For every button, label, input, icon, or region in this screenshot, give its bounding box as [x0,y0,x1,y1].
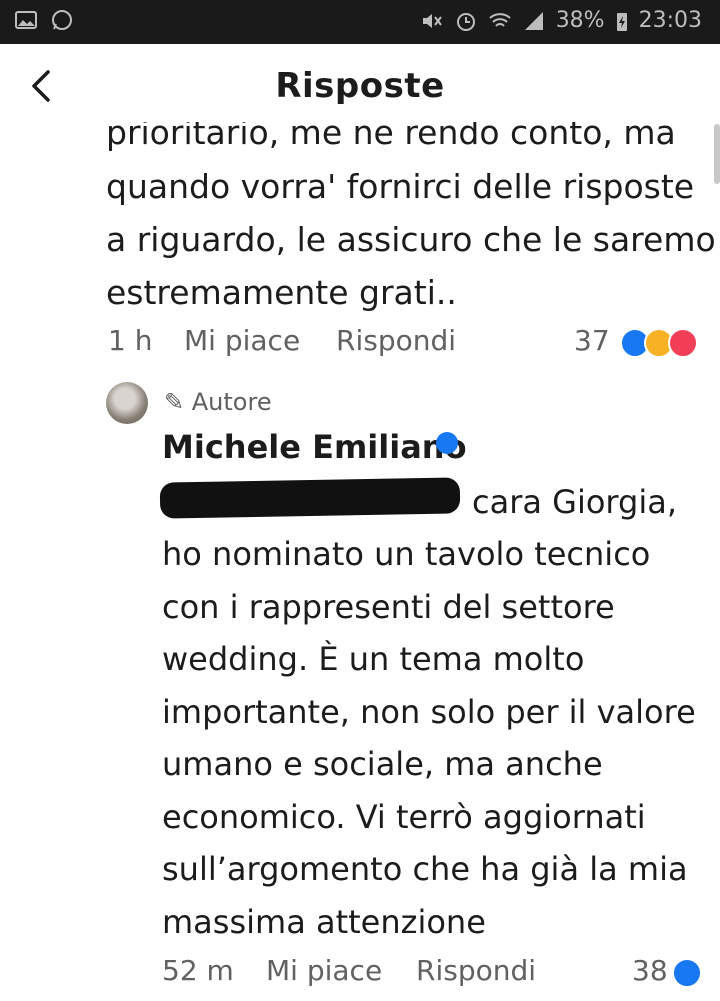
mute-icon [422,13,442,28]
scrollbar[interactable] [714,124,720,184]
love-reaction-icon [668,328,698,358]
redaction-mark [159,477,461,519]
status-bar: 38% 23:03 [0,0,720,44]
reply-line: ho nominato un tavolo tecnico [162,535,651,573]
gallery-icon [15,11,37,29]
header: Risposte [0,44,720,128]
comment-line: a riguardo, le assicuro che le saremo [106,220,716,259]
replies-sheet: Risposte prioritario, me ne rendo conto,… [0,44,720,1001]
whatsapp-icon [52,10,72,30]
reply-button[interactable]: Rispondi [416,954,536,987]
comment-actions: 1 h Mi piace Rispondi 37 [0,324,720,364]
author-badge-label: Autore [191,388,272,416]
verified-badge-icon [436,432,458,454]
reply-line: importante, non solo per il valore [162,693,696,731]
comment-line: estremamente grati.. [106,273,457,312]
like-reaction-icon [672,958,702,988]
reply-line: cara Giorgia, [472,483,677,521]
reaction-icons[interactable] [672,958,702,988]
reaction-count[interactable]: 38 [632,954,668,987]
comment-time: 1 h [108,324,153,357]
alarm-icon [456,12,475,31]
author-name[interactable]: Michele Emiliano [162,428,467,466]
like-button[interactable]: Mi piace [266,954,382,987]
reply-button[interactable]: Rispondi [336,324,456,357]
signal-icon [524,11,543,30]
battery-charging-icon [616,12,627,31]
comment-line: quando vorra' fornirci delle risposte [106,167,695,206]
reply-line: con i rappresenti del settore [162,588,615,626]
reaction-icons[interactable] [620,328,698,358]
like-button[interactable]: Mi piace [184,324,300,357]
reply-line: economico. Vi terrò aggiornati [162,798,646,836]
reply-line: umano e sociale, ma anche [162,745,603,783]
avatar[interactable] [106,382,148,424]
author-badge: ✎ Autore [164,388,272,416]
pencil-icon: ✎ [164,388,185,416]
reply-time: 52 m [162,954,234,987]
clock: 23:03 [638,8,702,33]
reply-actions: 52 m Mi piace Rispondi 38 [0,954,720,994]
reply-line: sull’argomento che ha già la mia [162,850,688,888]
reaction-count[interactable]: 37 [574,324,610,357]
reply-line: wedding. È un tema molto [162,640,585,678]
reply-line: massima attenzione [162,903,486,941]
page-title: Risposte [275,66,445,106]
wifi-icon [489,12,511,27]
battery-percent: 38% [555,8,605,33]
